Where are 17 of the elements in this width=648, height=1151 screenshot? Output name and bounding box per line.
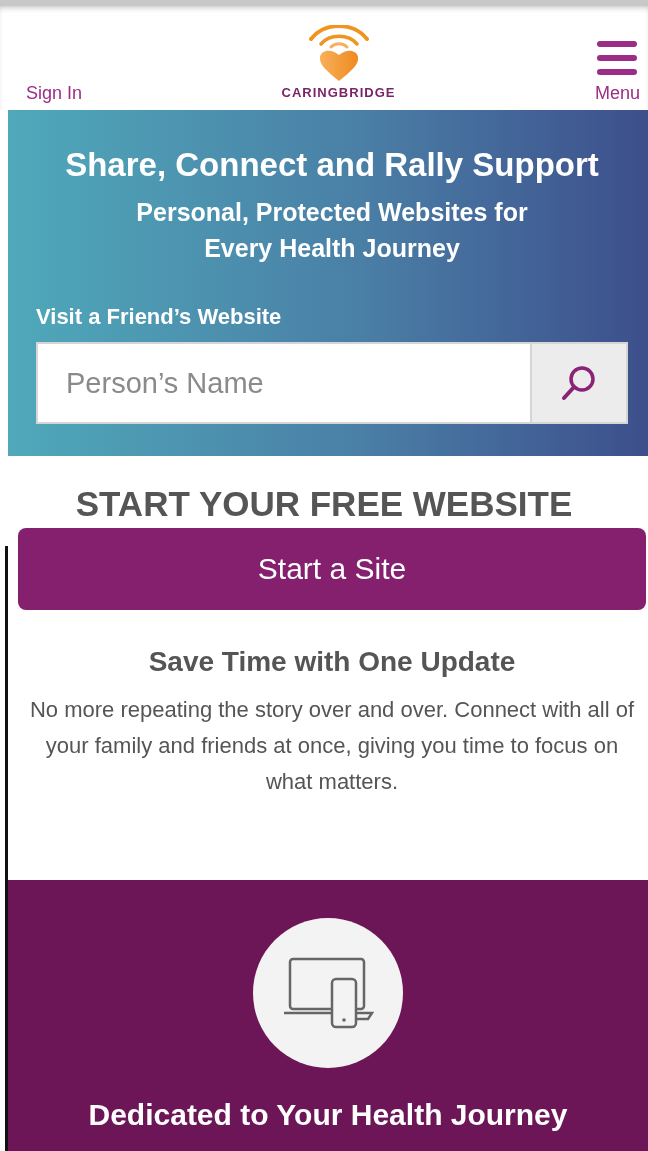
laptop-phone-icon — [282, 957, 374, 1029]
menu-icon — [597, 41, 638, 75]
hero-title: Share, Connect and Rally Support — [65, 146, 599, 184]
hero-subtitle: Personal, Protected Websites for Every Health Journey — [135, 197, 529, 264]
heart-signal-icon — [306, 25, 371, 83]
search-icon — [560, 364, 598, 402]
start-site-button[interactable]: Start a Site — [18, 528, 646, 610]
menu-button[interactable]: Menu — [594, 41, 640, 104]
section-heading: START YOUR FREE WEBSITE — [75, 484, 573, 525]
sign-in-link[interactable]: Sign In — [26, 83, 83, 104]
search-button[interactable] — [530, 342, 628, 424]
search-field[interactable]: Person’s Name — [36, 342, 530, 424]
search-label: Visit a Friend’s Website — [36, 304, 283, 330]
feature-text: No more repeating the story over and over. Connect with all of your family and friends at once, giving you time to focus on what matters. — [28, 696, 636, 796]
feature-title: Dedicated to Your Health Journey — [88, 1098, 568, 1132]
feature-title: Save Time with One Update — [148, 646, 516, 678]
logo-text: CARINGBRIDGE — [281, 85, 396, 100]
